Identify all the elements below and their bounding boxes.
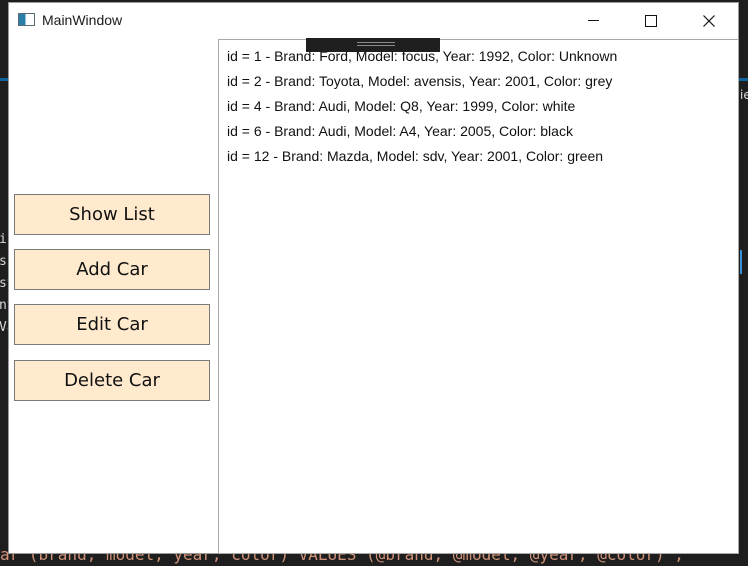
list-item[interactable]: id = 1 - Brand: Ford, Model: focus, Year… bbox=[219, 44, 738, 69]
grip-icon bbox=[357, 42, 395, 43]
ide-tab-accent-right bbox=[739, 78, 748, 81]
list-item[interactable]: id = 2 - Brand: Toyota, Model: avensis, … bbox=[219, 69, 738, 94]
maximize-button[interactable] bbox=[628, 3, 674, 38]
window-title: MainWindow bbox=[42, 12, 123, 28]
list-item[interactable]: id = 12 - Brand: Mazda, Model: sdv, Year… bbox=[219, 144, 738, 169]
ide-code-right-fragment: ie bbox=[740, 88, 748, 102]
close-icon bbox=[703, 14, 715, 27]
ide-scroll-marker bbox=[740, 250, 748, 274]
title-bar[interactable]: MainWindow bbox=[9, 3, 738, 38]
minimize-button[interactable] bbox=[570, 3, 616, 38]
list-item[interactable]: id = 6 - Brand: Audi, Model: A4, Year: 2… bbox=[219, 119, 738, 144]
show-list-button[interactable]: Show List bbox=[14, 194, 210, 235]
list-item[interactable]: id = 4 - Brand: Audi, Model: Q8, Year: 1… bbox=[219, 94, 738, 119]
add-car-button[interactable]: Add Car bbox=[14, 249, 210, 290]
debug-toolbar-handle[interactable] bbox=[306, 38, 440, 52]
close-button[interactable] bbox=[686, 3, 732, 38]
delete-car-button[interactable]: Delete Car bbox=[14, 360, 210, 401]
edit-car-button[interactable]: Edit Car bbox=[14, 304, 210, 345]
minimize-icon bbox=[587, 20, 599, 21]
maximize-icon bbox=[645, 14, 657, 27]
car-listbox[interactable]: id = 1 - Brand: Ford, Model: focus, Year… bbox=[218, 39, 739, 554]
main-window: MainWindow Show List Add Car Edit Car De… bbox=[8, 2, 739, 554]
app-window-icon bbox=[18, 13, 35, 26]
